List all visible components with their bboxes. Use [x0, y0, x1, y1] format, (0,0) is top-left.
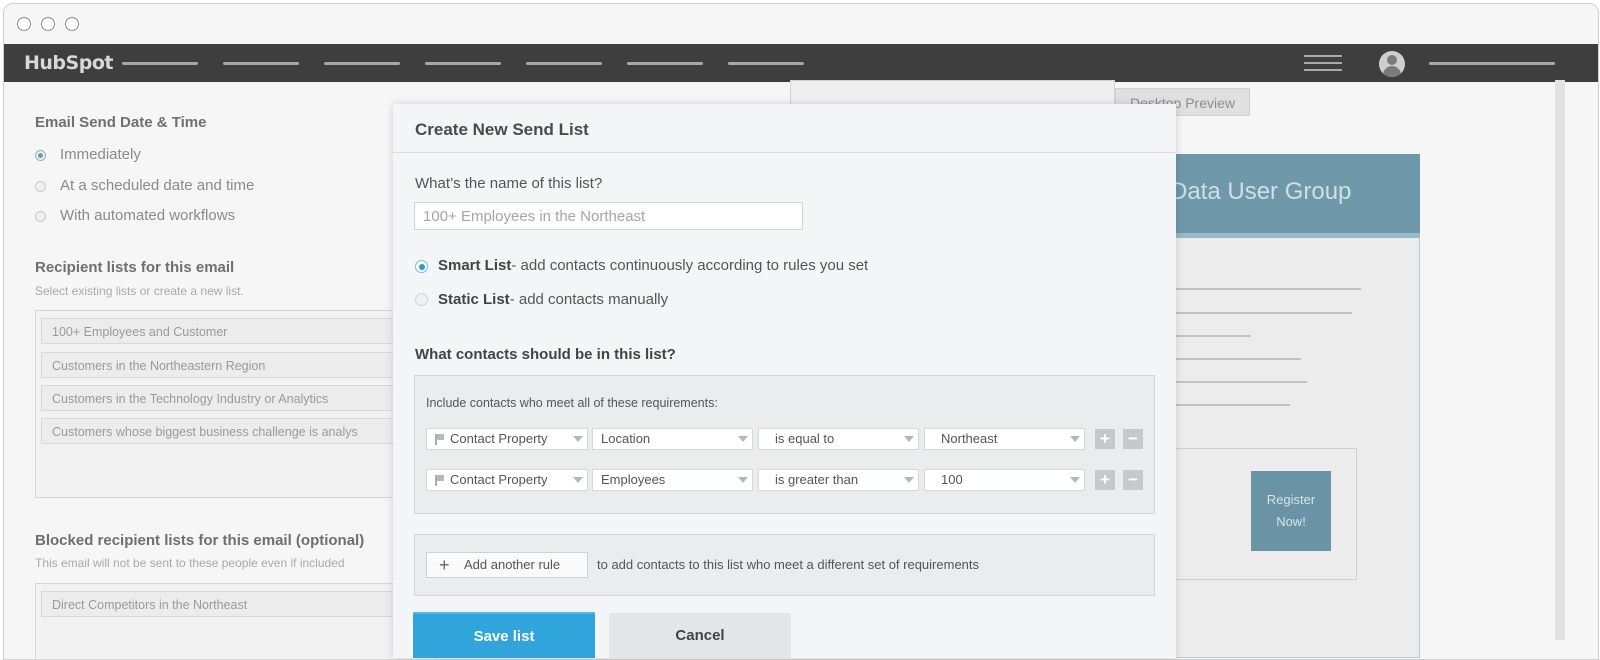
recipient-list-item[interactable]: Customers whose biggest business challen… [41, 418, 411, 444]
add-condition-button[interactable]: + [1095, 429, 1115, 449]
remove-condition-button[interactable]: − [1123, 429, 1143, 449]
rule-value-value: Northeast [941, 431, 998, 446]
blocked-lists-subtext: This email will not be sent to these peo… [35, 556, 345, 570]
send-date-heading: Email Send Date & Time [35, 114, 207, 131]
nav-item-placeholder[interactable] [728, 62, 804, 65]
account-name-placeholder[interactable] [1429, 62, 1555, 65]
contacts-question: What contacts should be in this list? [415, 346, 676, 363]
rule-property-value: Employees [601, 472, 666, 487]
static-list-label: Static List [438, 291, 510, 308]
avatar[interactable] [1379, 51, 1405, 77]
add-another-rule-button[interactable]: + Add another rule [426, 552, 588, 578]
static-list-desc: - add contacts manually [509, 291, 669, 308]
recipient-lists-subtext: Select existing lists or create a new li… [35, 284, 244, 298]
cancel-button[interactable]: Cancel [609, 613, 791, 658]
hubspot-logo[interactable]: HubSpot [24, 52, 113, 74]
nav-item-placeholder[interactable] [122, 62, 198, 65]
recipient-list-item[interactable]: Customers in the Northeastern Region [41, 352, 411, 378]
smart-list-desc: - add contacts continuously according to… [511, 257, 869, 274]
preview-text-line [1175, 358, 1301, 360]
rule-type-select[interactable]: Contact Property [426, 469, 588, 491]
rule-operator-select[interactable]: is equal to [758, 428, 919, 450]
preview-text-line [1175, 312, 1352, 314]
nav-item-placeholder[interactable] [425, 62, 501, 65]
chevron-down-icon [738, 477, 748, 483]
rule-property-value: Location [601, 431, 651, 446]
close-window-control[interactable] [17, 17, 31, 31]
nav-item-placeholder[interactable] [627, 62, 703, 65]
preview-text-line [1175, 381, 1307, 383]
maximize-window-control[interactable] [65, 17, 79, 31]
static-list-option[interactable]: Static List- add contacts manually [438, 291, 668, 308]
static-list-radio[interactable] [415, 293, 428, 306]
register-now-button[interactable]: Register Now! [1251, 471, 1331, 551]
smart-list-radio[interactable] [415, 260, 428, 273]
minimize-window-control[interactable] [41, 17, 55, 31]
rule-value-select[interactable]: 100 [924, 469, 1085, 491]
chevron-down-icon [904, 477, 914, 483]
recipient-list-item[interactable]: Customers in the Technology Industry or … [41, 385, 411, 411]
chevron-down-icon [904, 436, 914, 442]
add-rule-box: + Add another rule to add contacts to thi… [414, 534, 1155, 596]
rule-operator-value: is equal to [775, 431, 835, 446]
flag-icon [435, 434, 444, 445]
remove-condition-button[interactable]: − [1123, 470, 1143, 490]
plus-icon: + [439, 555, 450, 575]
chevron-down-icon [1070, 477, 1080, 483]
save-list-button[interactable]: Save list [413, 612, 595, 658]
list-name-input[interactable] [414, 202, 803, 230]
blocked-lists-heading: Blocked recipient lists for this email (… [35, 532, 365, 549]
radio-immediately[interactable] [35, 150, 46, 161]
send-option-label: With automated workflows [60, 207, 236, 224]
rules-hint: Include contacts who meet all of these r… [426, 396, 718, 410]
add-rule-text: to add contacts to this list who meet a … [597, 557, 980, 572]
smart-list-option[interactable]: Smart List- add contacts continuously ac… [438, 257, 868, 274]
menu-icon[interactable] [1304, 55, 1342, 73]
preview-text-line [1175, 288, 1361, 290]
title-bar [4, 4, 1598, 44]
recipient-lists-heading: Recipient lists for this email [35, 259, 235, 276]
rule-type-value: Contact Property [450, 472, 548, 487]
radio-workflows[interactable] [35, 211, 46, 222]
send-option-label: At a scheduled date and time [60, 177, 255, 194]
chevron-down-icon [573, 436, 583, 442]
rule-value-value: 100 [941, 472, 963, 487]
modal-header: Create New Send List [393, 104, 1176, 153]
add-condition-button[interactable]: + [1095, 470, 1115, 490]
rule-type-value: Contact Property [450, 431, 548, 446]
flag-icon [435, 475, 444, 486]
smart-list-label: Smart List [438, 257, 512, 274]
list-name-label: What’s the name of this list? [415, 175, 603, 192]
rule-operator-select[interactable]: is greater than [758, 469, 919, 491]
rule-property-select[interactable]: Location [592, 428, 753, 450]
chevron-down-icon [1070, 436, 1080, 442]
recipient-list-item[interactable]: 100+ Employees and Customer [41, 318, 411, 344]
preview-text-line [1175, 404, 1290, 406]
send-option-label: Immediately [60, 146, 141, 163]
preview-title: Data User Group [1170, 178, 1352, 205]
blocked-list-item[interactable]: Direct Competitors in the Northeast [41, 591, 411, 617]
top-navbar: HubSpot [4, 44, 1598, 82]
radio-scheduled[interactable] [35, 181, 46, 192]
chevron-down-icon [573, 477, 583, 483]
nav-item-placeholder[interactable] [223, 62, 299, 65]
rules-box: Include contacts who meet all of these r… [414, 375, 1155, 514]
rule-property-select[interactable]: Employees [592, 469, 753, 491]
modal-title: Create New Send List [415, 120, 589, 139]
preview-text-line [1175, 335, 1251, 337]
chevron-down-icon [738, 436, 748, 442]
add-rule-label: Add another rule [464, 557, 561, 572]
nav-item-placeholder[interactable] [526, 62, 602, 65]
rule-type-select[interactable]: Contact Property [426, 428, 588, 450]
nav-item-placeholder[interactable] [324, 62, 400, 65]
create-send-list-modal: Create New Send List What’s the name of … [393, 104, 1176, 658]
rule-value-select[interactable]: Northeast [924, 428, 1085, 450]
scrollbar[interactable] [1555, 80, 1565, 640]
rule-operator-value: is greater than [775, 472, 859, 487]
